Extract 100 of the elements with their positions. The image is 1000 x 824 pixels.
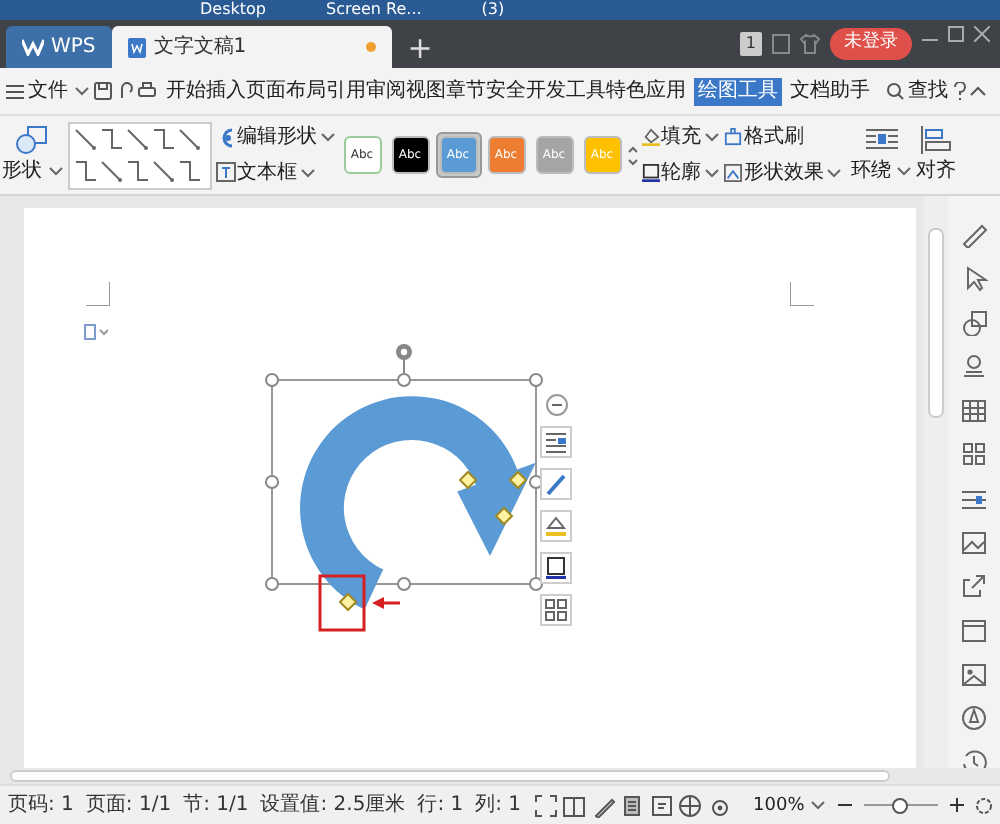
- shape-effects-button[interactable]: 形状效果: [724, 157, 842, 188]
- document-icon[interactable]: [772, 34, 790, 54]
- status-text: 节: 1/1: [183, 791, 249, 820]
- caret-icon: [826, 167, 842, 178]
- menu-icon: [5, 83, 23, 99]
- wrap-text-icon: [542, 428, 570, 456]
- document-icon: [127, 37, 146, 57]
- scrollbar-thumb[interactable]: [10, 770, 890, 782]
- caret-icon: [47, 165, 63, 175]
- fill-button[interactable]: [540, 510, 572, 542]
- collapse-circle-icon[interactable]: [545, 394, 567, 416]
- login-button[interactable]: 未登录: [830, 28, 912, 60]
- wrap-button[interactable]: 环绕: [851, 125, 912, 185]
- crop-mark-icon: [86, 282, 110, 306]
- ribbon-tab[interactable]: 文档助手: [790, 77, 870, 105]
- app-tab[interactable]: WPS: [5, 26, 112, 68]
- ribbon-tab[interactable]: 引用: [326, 77, 366, 105]
- zoom-in-icon[interactable]: [950, 798, 964, 812]
- ribbon-tab[interactable]: 插入: [206, 77, 246, 105]
- file-menu[interactable]: 文件: [5, 77, 89, 105]
- close-icon[interactable]: [974, 25, 990, 41]
- printer-icon[interactable]: [138, 82, 156, 100]
- picture-icon[interactable]: [960, 660, 988, 688]
- caret-icon: [703, 132, 719, 143]
- ribbon-tab[interactable]: 章节: [446, 77, 486, 105]
- pencil-icon[interactable]: [591, 793, 616, 817]
- fullscreen-icon[interactable]: [533, 793, 558, 817]
- ribbon-tab[interactable]: 绘图工具: [694, 77, 782, 105]
- outline-view-icon[interactable]: [649, 793, 674, 817]
- pointer-arrow: [372, 597, 400, 609]
- undo-icon[interactable]: [117, 82, 133, 100]
- format-painter-button[interactable]: 格式刷: [724, 122, 804, 153]
- ribbon-tab[interactable]: 开始: [166, 77, 206, 105]
- grid-icon[interactable]: [960, 440, 988, 468]
- maximize-icon[interactable]: [948, 25, 964, 41]
- compass-icon[interactable]: [960, 704, 988, 732]
- search-icon: [885, 82, 903, 100]
- border-button[interactable]: [540, 552, 572, 584]
- caret-icon: [896, 165, 912, 175]
- zoom-out-icon[interactable]: [837, 798, 852, 812]
- fit-icon[interactable]: [976, 797, 992, 813]
- zoom-slider-thumb[interactable]: [892, 797, 909, 813]
- scrollbar-thumb[interactable]: [928, 228, 944, 418]
- pen-icon[interactable]: [960, 220, 988, 248]
- outline-icon: [641, 163, 659, 182]
- ribbon-tab[interactable]: 页面布局: [246, 77, 326, 105]
- taskbar-item[interactable]: Desktop: [200, 0, 266, 20]
- text-box-button[interactable]: 文本框: [215, 157, 335, 188]
- ribbon-tab[interactable]: 审阅: [366, 77, 406, 105]
- status-text: 列: 1: [475, 792, 522, 820]
- align-icon: [920, 125, 952, 153]
- zoom-level-button[interactable]: 100%: [753, 791, 826, 819]
- shapes-button[interactable]: 形状: [2, 125, 63, 185]
- line-shapes-gallery[interactable]: [67, 121, 211, 189]
- page-view-icon[interactable]: [620, 793, 645, 817]
- taskbar-item[interactable]: (3): [481, 0, 505, 20]
- shapes-icon[interactable]: [960, 308, 988, 336]
- status-text: 页面: 1/1: [85, 792, 172, 820]
- adjust-handles[interactable]: [338, 470, 528, 612]
- caret-icon: [299, 167, 315, 178]
- new-tab-button[interactable]: +: [391, 26, 449, 68]
- collapse-icon[interactable]: [970, 86, 986, 96]
- ribbon-tab[interactable]: 特色应用: [606, 77, 686, 105]
- paragraph-icon[interactable]: [84, 324, 108, 340]
- caret-icon: [73, 86, 89, 96]
- window-icon[interactable]: [960, 616, 988, 644]
- outline-button[interactable]: 轮廓: [641, 157, 719, 188]
- share-icon[interactable]: [960, 572, 988, 600]
- status-text: 设置值: 2.5厘米: [260, 791, 406, 820]
- search-button[interactable]: 查找: [885, 77, 948, 105]
- fill-button[interactable]: 填充: [641, 122, 719, 153]
- caret-icon: [809, 800, 826, 810]
- ribbon-tab[interactable]: 视图: [406, 77, 446, 105]
- ribbon-tab[interactable]: 安全: [486, 77, 526, 105]
- table-icon[interactable]: [960, 396, 988, 424]
- status-text: 页码: 1: [8, 792, 74, 820]
- save-icon[interactable]: [94, 82, 112, 100]
- outline-button[interactable]: [540, 468, 572, 500]
- grid-icon: [542, 596, 570, 624]
- edit-shape-button[interactable]: 编辑形状: [215, 122, 335, 153]
- status-text: 行: 1: [417, 792, 464, 820]
- layout-button[interactable]: [540, 594, 572, 626]
- taskbar-item[interactable]: Screen Re...: [326, 0, 422, 20]
- border-icon: [542, 554, 570, 582]
- caret-icon: [703, 167, 719, 178]
- shirt-icon[interactable]: [800, 34, 820, 54]
- document-tab[interactable]: 文字文稿1: [111, 26, 392, 68]
- rotate-handle[interactable]: [396, 344, 412, 375]
- image-icon[interactable]: [960, 528, 988, 556]
- book-icon[interactable]: [562, 793, 587, 817]
- align-button[interactable]: 对齐: [916, 125, 956, 185]
- globe-icon[interactable]: [678, 793, 703, 817]
- ribbon-tab[interactable]: 开发工具: [526, 77, 606, 105]
- paint-bucket-icon: [641, 128, 659, 147]
- shapes-icon: [16, 125, 49, 153]
- stamp-icon[interactable]: [960, 352, 988, 380]
- logo-icon: [21, 38, 43, 56]
- effects-icon: [724, 163, 742, 182]
- wrap-button[interactable]: [540, 426, 572, 458]
- help-icon[interactable]: [953, 82, 965, 100]
